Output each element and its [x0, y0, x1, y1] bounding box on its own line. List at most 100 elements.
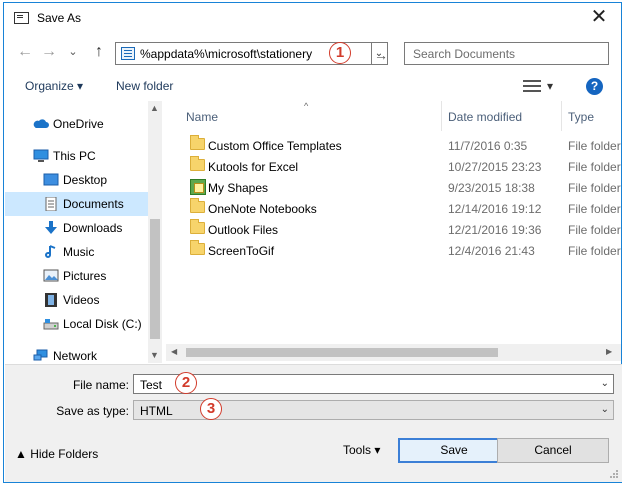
- folder-icon: [190, 156, 205, 171]
- scroll-down-icon[interactable]: ▼: [150, 350, 159, 360]
- tools-button[interactable]: Tools ▾: [343, 443, 380, 457]
- file-name: ScreenToGif: [208, 244, 275, 258]
- sidebar-item-onedrive[interactable]: OneDrive: [5, 112, 148, 136]
- back-button[interactable]: ←: [16, 43, 34, 61]
- hide-folders-button[interactable]: ▲ Hide Folders: [15, 447, 98, 461]
- folder-icon: [190, 135, 205, 150]
- go-arrow-icon[interactable]: →: [374, 47, 388, 63]
- new-folder-button[interactable]: New folder: [116, 79, 173, 93]
- sidebar-item-label: Videos: [63, 293, 100, 307]
- navigation-bar: ← → ⌄ ↑ %appdata%\microsoft\stationery 1…: [4, 37, 621, 67]
- sidebar-item-label: Pictures: [63, 269, 107, 283]
- desktop-icon: [43, 173, 59, 186]
- help-icon[interactable]: ?: [586, 78, 603, 95]
- table-row[interactable]: My Shapes 9/23/2015 18:38 File folder: [166, 177, 621, 198]
- dialog-title: Save As: [37, 11, 82, 25]
- sidebar-item-network[interactable]: Network: [5, 344, 148, 363]
- table-row[interactable]: Kutools for Excel 10/27/2015 23:23 File …: [166, 156, 621, 177]
- up-button[interactable]: ↑: [90, 43, 108, 61]
- address-bar[interactable]: %appdata%\microsoft\stationery 1: [115, 42, 372, 65]
- drive-icon: [43, 319, 59, 330]
- search-input[interactable]: Search Documents: [404, 42, 609, 65]
- address-text[interactable]: %appdata%\microsoft\stationery: [140, 47, 312, 61]
- save-button[interactable]: Save: [398, 438, 510, 463]
- save-as-dialog: Save As ✕ ← → ⌄ ↑ %appdata%\microsoft\st…: [3, 2, 622, 483]
- network-icon: [33, 349, 48, 361]
- table-row[interactable]: Outlook Files 12/21/2016 19:36 File fold…: [166, 219, 621, 240]
- scroll-up-icon[interactable]: ▲: [150, 103, 159, 113]
- recent-locations-button[interactable]: ⌄: [64, 43, 82, 61]
- sidebar-scroll-thumb[interactable]: [150, 219, 160, 339]
- videos-icon: [45, 293, 57, 307]
- scroll-left-icon[interactable]: ◀: [171, 347, 177, 356]
- table-row[interactable]: Custom Office Templates 11/7/2016 0:35 F…: [166, 135, 621, 156]
- sidebar-scrollbar[interactable]: ▲ ▼: [148, 101, 162, 363]
- address-icon: [121, 47, 135, 60]
- shapes-folder-icon: [190, 179, 206, 195]
- sidebar-item-desktop[interactable]: Desktop: [5, 168, 148, 192]
- close-button[interactable]: ✕: [589, 7, 609, 28]
- chevron-down-icon[interactable]: ⌄: [601, 404, 609, 415]
- table-row[interactable]: ScreenToGif 12/4/2016 21:43 File folder: [166, 240, 621, 261]
- file-name-value[interactable]: Test: [140, 378, 162, 392]
- view-options-icon[interactable]: [523, 80, 541, 93]
- cancel-button[interactable]: Cancel: [497, 438, 609, 463]
- folder-icon: [190, 240, 205, 255]
- file-list: ^ Name Date modified Type Custom Office …: [166, 101, 621, 363]
- download-icon: [45, 221, 57, 234]
- sidebar-item-label: Documents: [63, 197, 124, 211]
- file-type: File folder: [568, 181, 621, 195]
- navigation-pane: OneDrive This PC Desktop Documents Downl…: [5, 101, 162, 363]
- file-date: 12/14/2016 19:12: [448, 202, 542, 216]
- music-icon: [45, 245, 56, 258]
- annotation-badge-1: 1: [329, 42, 351, 64]
- sidebar-item-downloads[interactable]: Downloads: [5, 216, 148, 240]
- dialog-footer: ▲ Hide Folders Tools ▾ Save Cancel: [5, 424, 622, 482]
- sidebar-item-this-pc[interactable]: This PC: [5, 144, 148, 168]
- horizontal-scroll-thumb[interactable]: [186, 348, 498, 357]
- window-icon: [14, 12, 29, 24]
- cloud-icon: [33, 119, 49, 128]
- view-dropdown-button[interactable]: ▾: [547, 79, 553, 93]
- save-type-label: Save as type:: [56, 404, 129, 418]
- annotation-badge-3: 3: [200, 398, 222, 420]
- pictures-icon: [43, 269, 59, 282]
- column-header-date[interactable]: Date modified: [442, 101, 562, 131]
- folder-icon: [190, 198, 205, 213]
- column-header-type[interactable]: Type: [562, 101, 621, 131]
- sidebar-item-music[interactable]: Music: [5, 240, 148, 264]
- sidebar-item-documents[interactable]: Documents: [5, 192, 148, 216]
- file-date: 11/7/2016 0:35: [448, 139, 528, 153]
- file-name-field[interactable]: Test ⌄: [133, 374, 614, 394]
- file-type: File folder: [568, 202, 621, 216]
- file-name: OneNote Notebooks: [208, 202, 317, 216]
- sidebar-item-label: Downloads: [63, 221, 123, 235]
- search-placeholder: Search Documents: [413, 47, 516, 61]
- file-name: Custom Office Templates: [208, 139, 342, 153]
- sidebar-item-local-disk[interactable]: Local Disk (C:): [5, 312, 148, 336]
- forward-button[interactable]: →: [40, 43, 58, 61]
- file-type: File folder: [568, 139, 621, 153]
- table-row[interactable]: OneNote Notebooks 12/14/2016 19:12 File …: [166, 198, 621, 219]
- file-date: 9/23/2015 18:38: [448, 181, 535, 195]
- chevron-down-icon[interactable]: ⌄: [601, 378, 609, 389]
- file-name: My Shapes: [208, 181, 269, 195]
- scroll-right-icon[interactable]: ▶: [606, 347, 612, 356]
- column-header-name[interactable]: Name: [180, 101, 442, 131]
- file-date: 12/21/2016 19:36: [448, 223, 542, 237]
- horizontal-scrollbar[interactable]: ◀ ▶: [166, 344, 621, 361]
- file-name-label: File name:: [72, 378, 129, 392]
- organize-button[interactable]: Organize ▾: [25, 79, 83, 93]
- document-icon: [45, 197, 57, 211]
- file-name: Outlook Files: [208, 223, 279, 237]
- resize-grip-icon[interactable]: [609, 469, 619, 479]
- annotation-badge-2: 2: [175, 372, 197, 394]
- sidebar-item-label: Desktop: [63, 173, 108, 187]
- computer-icon: [33, 149, 49, 162]
- sidebar-item-label: Network: [53, 349, 98, 363]
- sidebar-item-videos[interactable]: Videos: [5, 288, 148, 312]
- sidebar-item-label: This PC: [53, 149, 96, 163]
- save-form: File name: Test ⌄ 2 Save as type: HTML ⌄…: [5, 364, 622, 424]
- sidebar-item-pictures[interactable]: Pictures: [5, 264, 148, 288]
- file-type: File folder: [568, 244, 621, 258]
